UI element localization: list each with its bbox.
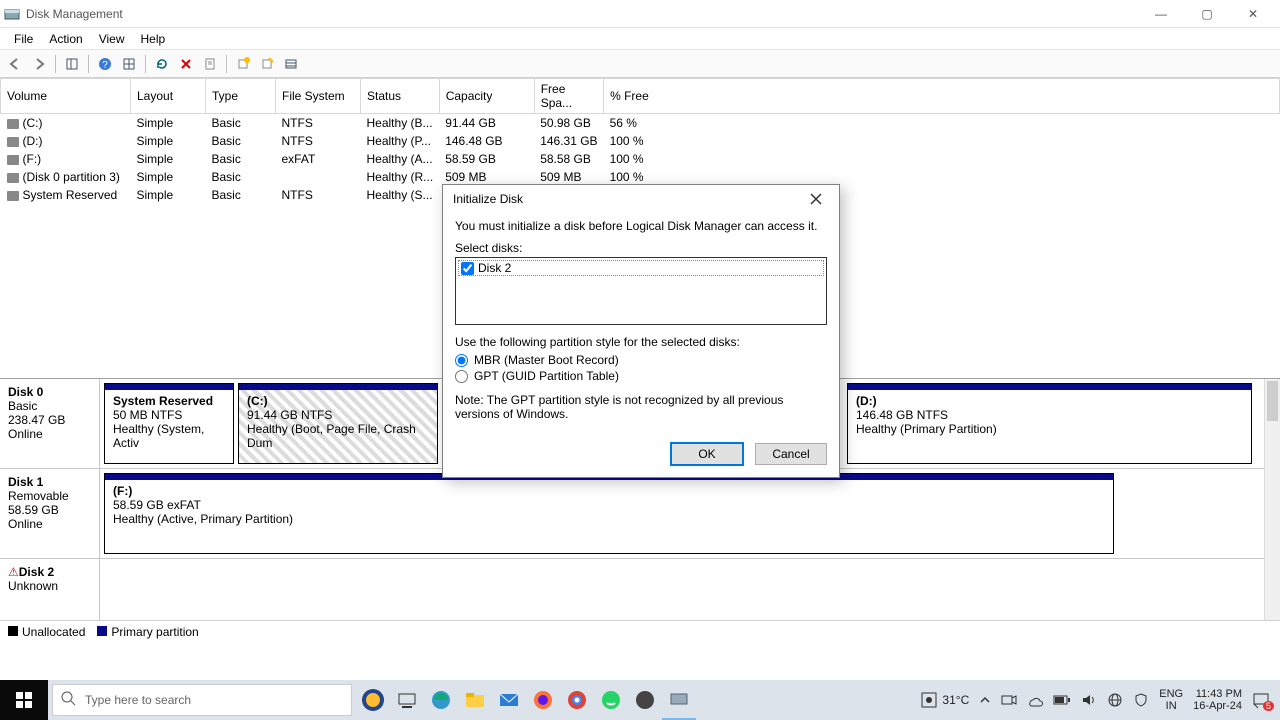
chrome-icon[interactable]	[560, 680, 594, 720]
app-icon	[4, 6, 20, 22]
wizard-button[interactable]	[256, 53, 278, 75]
mbr-radio[interactable]: MBR (Master Boot Record)	[455, 353, 827, 367]
menu-view[interactable]: View	[91, 30, 133, 48]
dialog-title: Initialize Disk	[453, 192, 803, 206]
partition-style-label: Use the following partition style for th…	[455, 335, 827, 349]
disk-row[interactable]: Disk 1Removable58.59 GBOnline(F:)58.59 G…	[0, 469, 1280, 559]
partition[interactable]: (C:)91.44 GB NTFSHealthy (Boot, Page Fil…	[238, 383, 438, 464]
refresh-button[interactable]	[151, 53, 173, 75]
file-explorer-icon[interactable]	[458, 680, 492, 720]
legend-unallocated: Unallocated	[22, 625, 85, 639]
security-icon[interactable]	[1133, 692, 1149, 708]
col-volume[interactable]: Volume	[1, 79, 131, 114]
properties-button[interactable]	[199, 53, 221, 75]
disk-management-taskbar-icon[interactable]	[662, 680, 696, 720]
taskbar: Type here to search 31°C ENGIN 11:43 PM1…	[0, 680, 1280, 720]
search-placeholder: Type here to search	[85, 693, 191, 707]
disk-listbox[interactable]: Disk 2	[455, 257, 827, 325]
network-icon[interactable]	[1107, 692, 1123, 708]
col-capacity[interactable]: Capacity	[439, 79, 534, 114]
cancel-button[interactable]: Cancel	[755, 443, 827, 465]
maximize-button[interactable]: ▢	[1184, 0, 1230, 27]
notifications-button[interactable]: 5	[1252, 691, 1270, 709]
select-disks-label: Select disks:	[455, 241, 827, 255]
help-button[interactable]: ?	[94, 53, 116, 75]
gpt-radio[interactable]: GPT (GUID Partition Table)	[455, 369, 827, 383]
initialize-disk-dialog: Initialize Disk You must initialize a di…	[442, 184, 840, 478]
table-row[interactable]: (C:)SimpleBasicNTFSHealthy (B...91.44 GB…	[1, 114, 1280, 133]
legend: Unallocated Primary partition	[0, 620, 1280, 642]
toolbar: ?	[0, 50, 1280, 78]
whatsapp-icon[interactable]	[594, 680, 628, 720]
menubar: File Action View Help	[0, 28, 1280, 50]
list-button[interactable]	[280, 53, 302, 75]
dialog-close-button[interactable]	[803, 189, 829, 209]
menu-file[interactable]: File	[6, 30, 41, 48]
search-box[interactable]: Type here to search	[52, 684, 352, 716]
partition[interactable]: (D:)146.48 GB NTFSHealthy (Primary Parti…	[847, 383, 1252, 464]
minimize-button[interactable]: —	[1138, 0, 1184, 27]
ok-button[interactable]: OK	[671, 443, 743, 465]
volume-icon[interactable]	[1081, 692, 1097, 708]
col-status[interactable]: Status	[361, 79, 440, 114]
start-button[interactable]	[0, 680, 48, 720]
tray-chevron-icon[interactable]	[979, 694, 991, 706]
titlebar: Disk Management — ▢ ✕	[0, 0, 1280, 28]
col-layout[interactable]: Layout	[131, 79, 206, 114]
col-type[interactable]: Type	[206, 79, 276, 114]
onedrive-icon[interactable]	[1027, 692, 1043, 708]
show-hide-console-button[interactable]	[61, 53, 83, 75]
col-freespace[interactable]: Free Spa...	[534, 79, 603, 114]
system-tray: 31°C ENGIN 11:43 PM16-Apr-24 5	[910, 680, 1280, 720]
col-pctfree[interactable]: % Free	[604, 79, 1280, 114]
table-row[interactable]: (D:)SimpleBasicNTFSHealthy (P...146.48 G…	[1, 132, 1280, 150]
window-title: Disk Management	[26, 7, 1138, 21]
delete-button[interactable]	[175, 53, 197, 75]
search-icon	[61, 691, 77, 710]
language-indicator[interactable]: ENGIN	[1159, 688, 1183, 712]
legend-primary: Primary partition	[111, 625, 198, 639]
table-header[interactable]: Volume Layout Type File System Status Ca…	[1, 79, 1280, 114]
grid-button[interactable]	[118, 53, 140, 75]
cortana-icon[interactable]	[356, 680, 390, 720]
meet-now-icon[interactable]	[1001, 692, 1017, 708]
table-row[interactable]: (F:)SimpleBasicexFATHealthy (A...58.59 G…	[1, 150, 1280, 168]
close-button[interactable]: ✕	[1230, 0, 1276, 27]
app-icon-1[interactable]	[628, 680, 662, 720]
firefox-icon[interactable]	[526, 680, 560, 720]
edge-icon[interactable]	[424, 680, 458, 720]
dialog-message: You must initialize a disk before Logica…	[455, 219, 827, 233]
svg-text:?: ?	[102, 60, 108, 71]
clock[interactable]: 11:43 PM16-Apr-24	[1193, 688, 1242, 712]
dialog-note: Note: The GPT partition style is not rec…	[455, 393, 827, 421]
new-button[interactable]	[232, 53, 254, 75]
partition[interactable]: (F:)58.59 GB exFATHealthy (Active, Prima…	[104, 473, 1114, 554]
forward-button[interactable]	[28, 53, 50, 75]
mail-icon[interactable]	[492, 680, 526, 720]
col-filesystem[interactable]: File System	[276, 79, 361, 114]
battery-icon[interactable]	[1053, 694, 1071, 706]
menu-action[interactable]: Action	[41, 30, 90, 48]
menu-help[interactable]: Help	[133, 30, 174, 48]
vertical-scrollbar[interactable]	[1264, 379, 1280, 620]
weather-widget[interactable]: 31°C	[920, 691, 969, 709]
task-view-button[interactable]	[390, 680, 424, 720]
partition[interactable]: System Reserved50 MB NTFSHealthy (System…	[104, 383, 234, 464]
disk-checkbox-item[interactable]: Disk 2	[458, 260, 824, 276]
back-button[interactable]	[4, 53, 26, 75]
disk2-checkbox[interactable]	[461, 262, 474, 275]
